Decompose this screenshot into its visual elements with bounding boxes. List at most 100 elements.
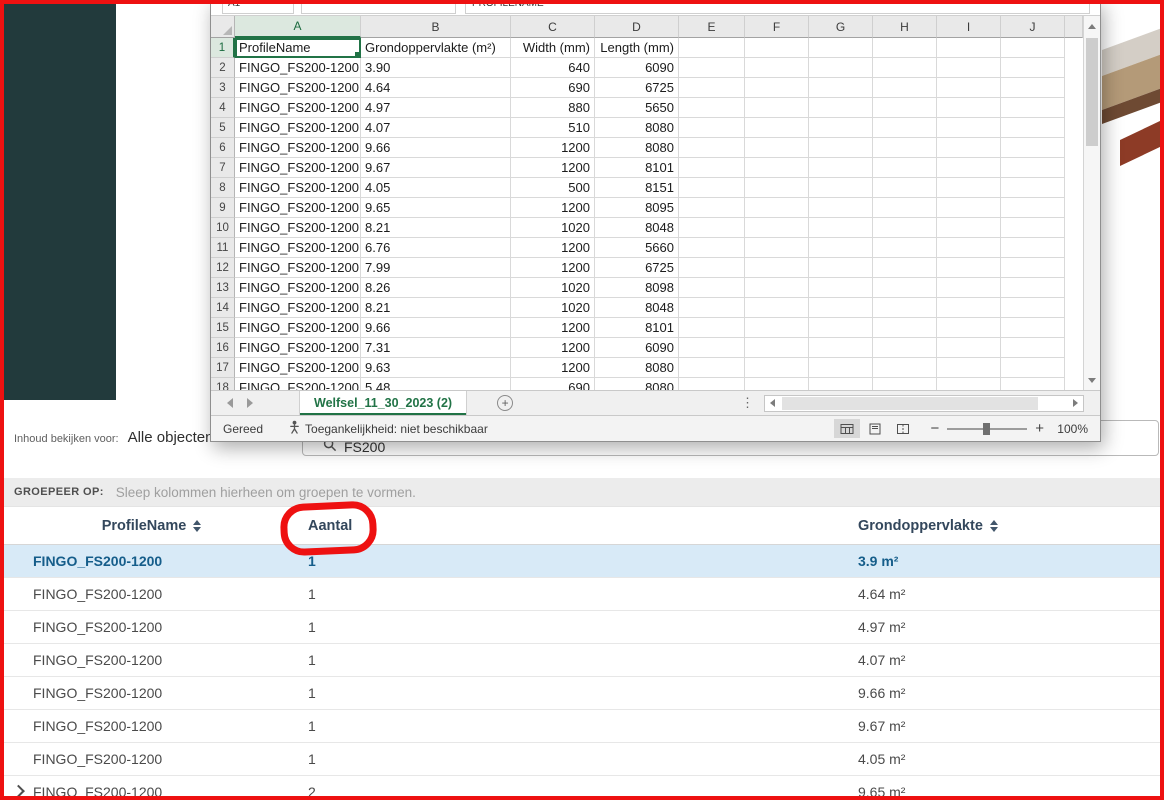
excel-cell[interactable]: [873, 218, 937, 238]
excel-cell[interactable]: 5.48: [361, 378, 511, 390]
excel-cell[interactable]: [937, 78, 1001, 98]
excel-cell[interactable]: [745, 378, 809, 390]
excel-row-number[interactable]: 17: [211, 358, 235, 378]
excel-cell[interactable]: [745, 278, 809, 298]
excel-cell[interactable]: [679, 78, 745, 98]
excel-cell[interactable]: [1001, 38, 1065, 58]
excel-cell[interactable]: 8095: [595, 198, 679, 218]
excel-cell[interactable]: [809, 298, 873, 318]
sort-icon[interactable]: [193, 520, 201, 532]
excel-cell[interactable]: [1001, 358, 1065, 378]
excel-cell[interactable]: 9.65: [361, 198, 511, 218]
excel-cell[interactable]: 640: [511, 58, 595, 78]
excel-cell[interactable]: [937, 218, 1001, 238]
excel-cell[interactable]: 8101: [595, 318, 679, 338]
sort-icon[interactable]: [990, 520, 998, 532]
scroll-up-icon[interactable]: [1084, 18, 1100, 34]
column-header-aantal[interactable]: Aantal: [300, 507, 853, 544]
excel-cell[interactable]: 510: [511, 118, 595, 138]
excel-cell[interactable]: 7.31: [361, 338, 511, 358]
scroll-left-icon[interactable]: [765, 396, 780, 411]
scrollbar-thumb[interactable]: [1086, 38, 1098, 146]
add-sheet-button[interactable]: +: [497, 395, 513, 411]
excel-row-number[interactable]: 14: [211, 298, 235, 318]
excel-cell[interactable]: [1001, 238, 1065, 258]
excel-cell[interactable]: [873, 338, 937, 358]
scrollbar-thumb[interactable]: [782, 397, 1038, 410]
excel-row-number[interactable]: 16: [211, 338, 235, 358]
excel-cell[interactable]: [1001, 378, 1065, 390]
excel-cell[interactable]: 6090: [595, 58, 679, 78]
scroll-down-icon[interactable]: [1084, 372, 1100, 388]
excel-cell[interactable]: [1001, 298, 1065, 318]
excel-cell[interactable]: [679, 118, 745, 138]
excel-cell[interactable]: [809, 58, 873, 78]
excel-cell[interactable]: [745, 298, 809, 318]
excel-row-number[interactable]: 8: [211, 178, 235, 198]
excel-cell[interactable]: 8.21: [361, 298, 511, 318]
table-row[interactable]: FINGO_FS200-120014.97 m²: [3, 611, 1161, 644]
excel-column-header-h[interactable]: H: [873, 16, 937, 38]
excel-cell[interactable]: 1200: [511, 138, 595, 158]
excel-cell[interactable]: FINGO_FS200-1200: [235, 338, 361, 358]
excel-column-header-b[interactable]: B: [361, 16, 511, 38]
excel-cell[interactable]: 4.97: [361, 98, 511, 118]
excel-cell[interactable]: [937, 298, 1001, 318]
excel-cell[interactable]: [937, 118, 1001, 138]
excel-cell[interactable]: 9.66: [361, 138, 511, 158]
excel-cell[interactable]: 8048: [595, 218, 679, 238]
excel-cell[interactable]: 9.67: [361, 158, 511, 178]
excel-cell[interactable]: [679, 358, 745, 378]
excel-cell[interactable]: 6090: [595, 338, 679, 358]
tab-bar-menu-icon[interactable]: ⋮: [741, 395, 754, 411]
excel-cell[interactable]: 500: [511, 178, 595, 198]
excel-cell[interactable]: [937, 258, 1001, 278]
excel-cell[interactable]: [679, 158, 745, 178]
excel-column-header-a[interactable]: A: [235, 16, 361, 38]
excel-cell[interactable]: [745, 138, 809, 158]
excel-row-number[interactable]: 13: [211, 278, 235, 298]
excel-cell[interactable]: [937, 338, 1001, 358]
excel-cell[interactable]: [1001, 218, 1065, 238]
excel-cell[interactable]: [679, 178, 745, 198]
column-header-profilename[interactable]: ProfileName: [3, 507, 300, 544]
excel-cell[interactable]: [873, 138, 937, 158]
group-by-bar[interactable]: GROEPEER OP: Sleep kolommen hierheen om …: [3, 478, 1161, 506]
excel-cell[interactable]: [809, 78, 873, 98]
excel-cell[interactable]: 880: [511, 98, 595, 118]
excel-cell[interactable]: [937, 38, 1001, 58]
excel-cell[interactable]: [809, 238, 873, 258]
excel-cell[interactable]: 4.64: [361, 78, 511, 98]
excel-cell[interactable]: FINGO_FS200-1200: [235, 218, 361, 238]
excel-row-number[interactable]: 9: [211, 198, 235, 218]
sheet-nav-right-icon[interactable]: [247, 398, 253, 408]
excel-cell[interactable]: [809, 218, 873, 238]
excel-cell[interactable]: 1020: [511, 278, 595, 298]
column-header-grondoppervlakte[interactable]: Grondoppervlakte: [853, 507, 1161, 544]
page-layout-view-button[interactable]: [862, 419, 888, 438]
excel-cell[interactable]: 7.99: [361, 258, 511, 278]
excel-cell[interactable]: [873, 378, 937, 390]
excel-cell[interactable]: [679, 138, 745, 158]
excel-cell[interactable]: [679, 318, 745, 338]
excel-cell[interactable]: 6725: [595, 78, 679, 98]
excel-cell[interactable]: [679, 198, 745, 218]
table-row[interactable]: FINGO_FS200-120019.66 m²: [3, 677, 1161, 710]
excel-row-number[interactable]: 5: [211, 118, 235, 138]
excel-cell[interactable]: 1020: [511, 218, 595, 238]
excel-cell[interactable]: 3.90: [361, 58, 511, 78]
excel-cell[interactable]: [745, 178, 809, 198]
excel-cell[interactable]: FINGO_FS200-1200: [235, 138, 361, 158]
table-row[interactable]: FINGO_FS200-120029.65 m²: [3, 776, 1161, 800]
excel-cell[interactable]: [745, 358, 809, 378]
excel-cell[interactable]: [809, 318, 873, 338]
excel-cell[interactable]: Width (mm): [511, 38, 595, 58]
excel-cell[interactable]: [937, 138, 1001, 158]
excel-row-number[interactable]: 10: [211, 218, 235, 238]
excel-cell[interactable]: [809, 358, 873, 378]
excel-column-header-i[interactable]: I: [937, 16, 1001, 38]
excel-cell[interactable]: FINGO_FS200-1200: [235, 378, 361, 390]
excel-cell[interactable]: [745, 158, 809, 178]
excel-cell[interactable]: FINGO_FS200-1200: [235, 358, 361, 378]
excel-cell[interactable]: [679, 338, 745, 358]
